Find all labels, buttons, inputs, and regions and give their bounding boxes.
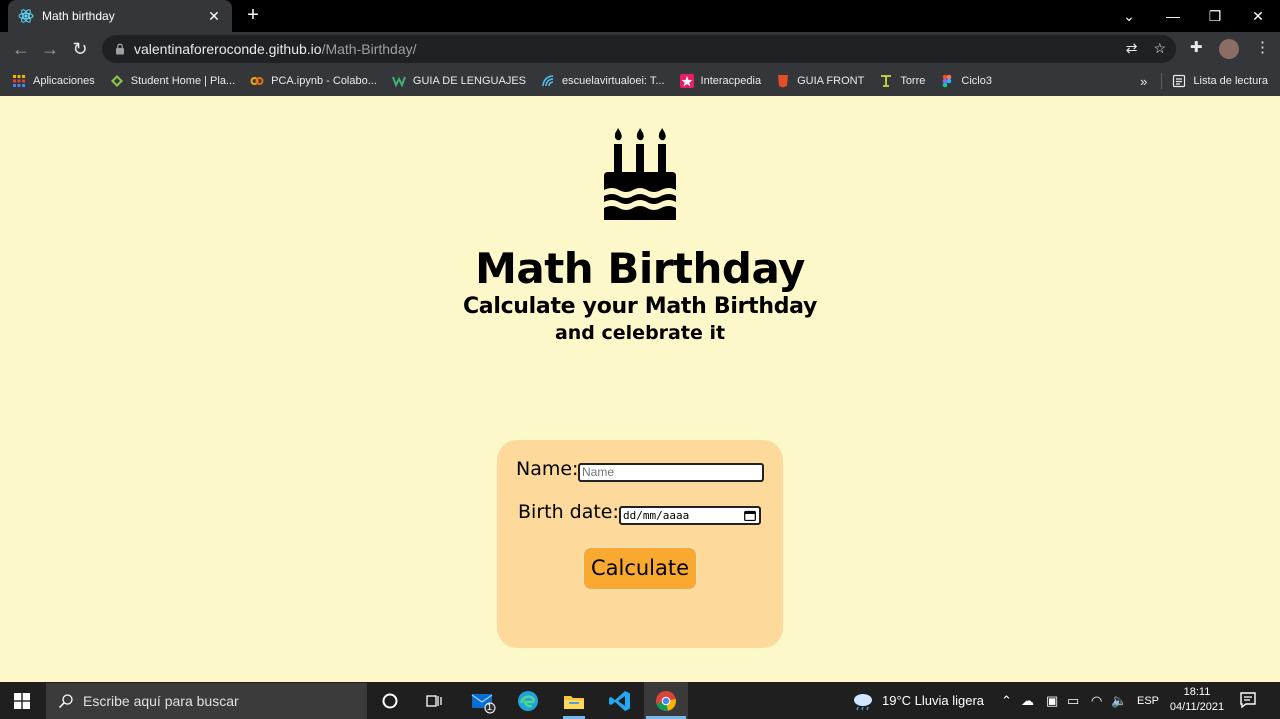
colab-icon	[250, 77, 264, 85]
notifications-icon[interactable]	[1237, 689, 1259, 711]
apps-grid-icon	[13, 75, 25, 87]
chevron-up-icon[interactable]: ⌃	[1001, 693, 1012, 709]
menu-icon[interactable]: ⋮	[1255, 38, 1270, 56]
torre-icon	[881, 75, 892, 87]
mail-icon[interactable]	[470, 688, 496, 714]
tab-search-icon[interactable]: ⌄	[1108, 0, 1150, 32]
tab-title: Math birthday	[42, 9, 115, 23]
diamond-icon	[110, 75, 123, 87]
html5-icon	[778, 75, 789, 88]
weather-cloud-icon	[854, 694, 872, 711]
page-title: Math Birthday	[475, 244, 805, 293]
birthday-cake-icon	[604, 128, 676, 220]
bookmark-label: escuelavirtualoei: T...	[562, 75, 665, 87]
reading-list-button[interactable]: Lista de lectura	[1193, 75, 1268, 87]
bookmark-label: Interacpedia	[700, 75, 762, 87]
back-button[interactable]: ←	[10, 38, 32, 60]
wifi-icon[interactable]: ◠	[1091, 693, 1102, 709]
mail-badge: 1	[487, 702, 493, 712]
figma-icon	[943, 74, 952, 88]
meet-icon[interactable]: ▣	[1046, 693, 1058, 709]
search-icon	[58, 694, 73, 709]
windows-taskbar: Escribe aquí para buscar 1 19°C Lluvia l…	[0, 682, 1280, 719]
cortana-icon[interactable]	[377, 688, 403, 714]
lock-icon	[116, 43, 124, 55]
translate-icon[interactable]: ⇄	[1126, 40, 1138, 57]
minimize-button[interactable]: —	[1152, 0, 1194, 32]
volume-icon[interactable]: 🔈	[1111, 693, 1127, 709]
battery-icon[interactable]: ▭	[1067, 693, 1079, 709]
bookmark-guia-lenguajes[interactable]: GUIA DE LENGUAJES	[391, 74, 526, 88]
name-label: Name:	[516, 458, 579, 480]
extensions-icon[interactable]: ✚	[1190, 38, 1203, 56]
taskbar-search[interactable]: Escribe aquí para buscar	[46, 683, 367, 719]
name-input[interactable]: Name	[578, 463, 764, 482]
vscode-icon[interactable]	[607, 688, 633, 714]
birthday-form-card: Name: Name Birth date: dd/mm/aaaa Calcul…	[497, 440, 783, 648]
bookmarks-bar: Aplicaciones Student Home | Pla... PCA.i…	[0, 66, 1280, 96]
more-bookmarks-icon[interactable]: »	[1140, 74, 1147, 89]
reload-button[interactable]: ↻	[69, 38, 91, 60]
bookmark-escuelavirtual[interactable]: escuelavirtualoei: T...	[541, 74, 665, 88]
url-path: /Math-Birthday/	[321, 41, 417, 57]
page-tagline: and celebrate it	[554, 322, 726, 344]
browser-tab-active[interactable]: Math birthday ✕	[8, 0, 232, 32]
page-subtitle: Calculate your Math Birthday	[462, 294, 818, 319]
birth-date-placeholder: dd/mm/aaaa	[623, 509, 690, 522]
bookmark-label: Aplicaciones	[33, 75, 95, 87]
clock[interactable]: 18:11 04/11/2021	[1166, 685, 1228, 715]
bookmark-interacpedia[interactable]: Interacpedia	[679, 74, 762, 88]
clock-time: 18:11	[1183, 686, 1211, 698]
bookmark-guia-front[interactable]: GUIA FRONT	[776, 74, 864, 88]
bookmark-student-home[interactable]: Student Home | Pla...	[110, 74, 235, 88]
onedrive-icon[interactable]: ☁	[1021, 693, 1034, 709]
calendar-icon[interactable]	[744, 510, 756, 521]
file-explorer-icon[interactable]	[561, 688, 587, 714]
search-placeholder: Escribe aquí para buscar	[83, 693, 239, 709]
tab-strip: Math birthday ✕ + ⌄ — ❐ ✕	[0, 0, 1280, 32]
address-bar[interactable]: valentinaforeroconde.github.io/Math-Birt…	[102, 35, 1176, 63]
clock-date: 04/11/2021	[1169, 701, 1225, 713]
edge-icon[interactable]	[515, 688, 541, 714]
page-content: Math Birthday Calculate your Math Birthd…	[0, 96, 1280, 682]
bookmark-label: Student Home | Pla...	[130, 75, 236, 87]
signal-icon	[542, 75, 554, 87]
bookmark-label: PCA.ipynb - Colabo...	[271, 75, 377, 87]
browser-toolbar: ← → ↻ valentinaforeroconde.github.io/Mat…	[0, 32, 1280, 66]
bookmark-star-icon[interactable]: ☆	[1153, 40, 1166, 57]
divider	[1161, 73, 1163, 89]
close-tab-icon[interactable]: ✕	[206, 8, 222, 25]
url-host: valentinaforeroconde.github.io	[134, 41, 322, 57]
bookmark-label: Ciclo3	[961, 75, 992, 87]
new-tab-button[interactable]: +	[244, 5, 262, 25]
task-view-icon[interactable]	[421, 688, 447, 714]
restore-button[interactable]: ❐	[1194, 0, 1236, 32]
react-icon	[18, 9, 34, 23]
bookmark-apps[interactable]: Aplicaciones	[12, 74, 95, 88]
w-icon	[391, 76, 406, 88]
bookmark-ciclo3[interactable]: Ciclo3	[940, 74, 992, 88]
close-window-button[interactable]: ✕	[1237, 0, 1279, 32]
star-icon	[679, 74, 694, 88]
windows-start-icon[interactable]	[14, 693, 30, 709]
birth-date-input[interactable]: dd/mm/aaaa	[619, 506, 761, 525]
chrome-icon[interactable]	[653, 688, 679, 714]
bookmark-label: GUIA DE LENGUAJES	[412, 75, 526, 87]
bookmark-label: GUIA FRONT	[797, 75, 865, 87]
calculate-button[interactable]: Calculate	[583, 547, 697, 590]
reading-list-icon	[1173, 74, 1186, 88]
forward-button[interactable]: →	[39, 38, 61, 60]
avatar[interactable]	[1219, 39, 1239, 59]
bookmark-torre[interactable]: Torre	[879, 74, 925, 88]
bookmark-colab[interactable]: PCA.ipynb - Colabo...	[250, 74, 377, 88]
language-indicator[interactable]: ESP	[1137, 695, 1159, 707]
birth-date-label: Birth date:	[518, 501, 619, 523]
weather-text[interactable]: 19°C Lluvia ligera	[882, 693, 984, 708]
bookmark-label: Torre	[900, 75, 926, 87]
